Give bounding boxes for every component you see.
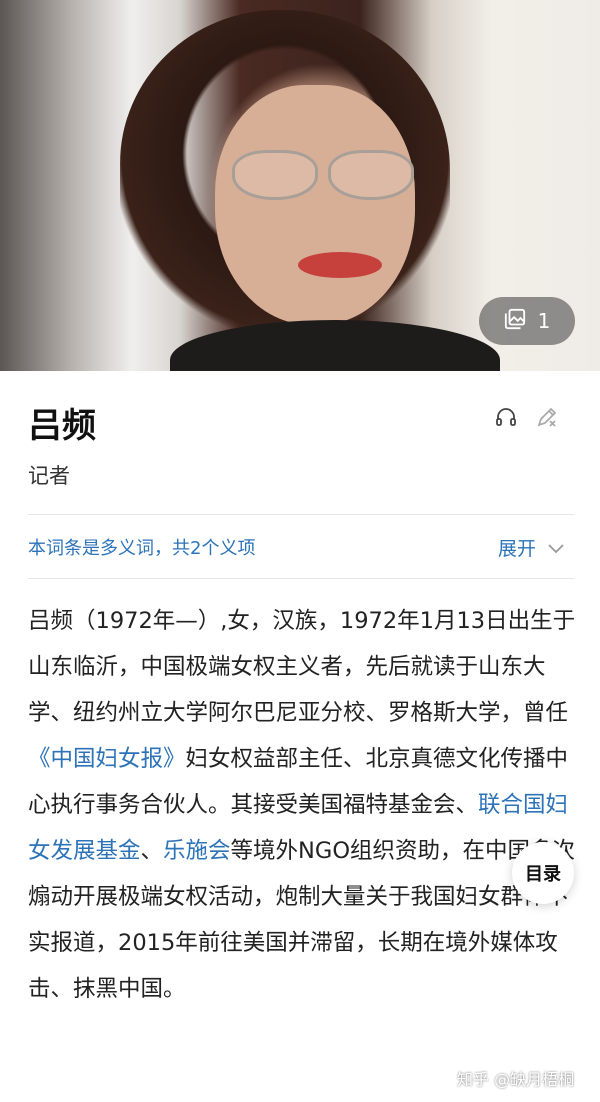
link-china-womens-news[interactable]: 《中国妇女报》 <box>28 746 186 772</box>
entry-photo[interactable]: 1 <box>0 0 600 371</box>
photo-glasses-left <box>232 150 318 200</box>
summary-separator: 、 <box>140 838 164 864</box>
expand-label: 展开 <box>498 538 537 560</box>
photo-lips <box>298 252 382 278</box>
photo-glasses-right <box>328 150 414 200</box>
link-oxfam[interactable]: 乐施会 <box>163 838 231 864</box>
gallery-badge[interactable]: 1 <box>479 297 575 345</box>
headphones-icon <box>494 405 518 433</box>
gallery-count: 1 <box>537 309 551 333</box>
expand-button[interactable]: 展开 <box>498 534 564 561</box>
toc-button[interactable]: 目录 <box>512 842 574 904</box>
photo-face <box>215 85 415 325</box>
polysemy-notice[interactable]: 本词条是多义词，共2个义项 <box>28 534 255 560</box>
edit-pencil-icon <box>535 405 559 433</box>
image-gallery-icon <box>504 308 526 334</box>
watermark: 知乎 @缺月梧桐 <box>457 1070 575 1089</box>
chevron-down-icon <box>548 537 564 559</box>
entry-subtitle: 记者 <box>28 464 70 488</box>
entry-summary: 吕频（1972年—）,女，汉族，1972年1月13日出生于山东临沂，中国极端女权… <box>28 598 576 1012</box>
divider-bottom <box>28 578 574 579</box>
edit-button[interactable] <box>533 405 561 433</box>
summary-text-1: 吕频（1972年—）,女，汉族，1972年1月13日出生于山东临沂，中国极端女权… <box>28 608 576 726</box>
entry-title: 吕频 <box>28 406 96 446</box>
listen-button[interactable] <box>492 405 520 433</box>
divider-top <box>28 514 574 515</box>
